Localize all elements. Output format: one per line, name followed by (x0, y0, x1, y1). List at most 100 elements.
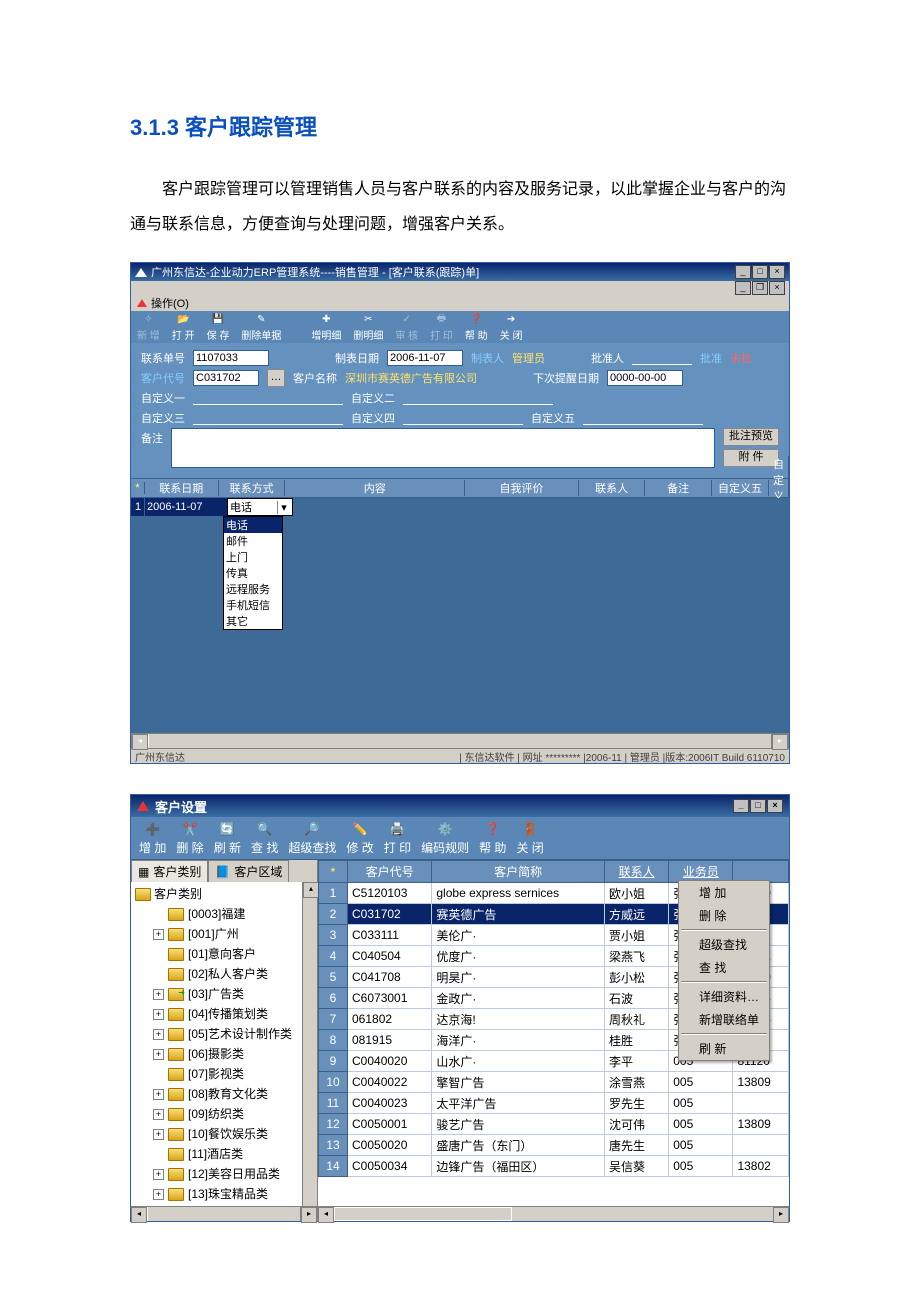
expand-toggle[interactable]: + (153, 1169, 164, 1180)
expand-toggle[interactable]: + (153, 929, 164, 940)
expand-toggle[interactable]: + (153, 1089, 164, 1100)
table-row[interactable]: 14C0050034边锋广告（福田区）吴信葵00513802 (319, 1156, 789, 1177)
cell-code[interactable]: 081915 (348, 1030, 432, 1051)
cell-name[interactable]: 金政广· (432, 988, 605, 1009)
cell-name[interactable]: 擎智广告 (432, 1072, 605, 1093)
cell-name[interactable]: 优度广· (432, 946, 605, 967)
expand-toggle[interactable]: + (153, 1049, 164, 1060)
table-row[interactable]: 10C0040022擎智广告涂雪燕00513809 (319, 1072, 789, 1093)
expand-toggle[interactable]: + (153, 1009, 164, 1020)
cell-last[interactable]: 13802 (733, 1156, 789, 1177)
tab-category[interactable]: ▦客户类别 (131, 860, 208, 882)
toolbar-add[interactable]: ➕增 加 (139, 820, 166, 856)
cell-code[interactable]: C5120103 (348, 883, 432, 904)
context-menu-item[interactable]: 查 找 (679, 956, 769, 979)
cell-contact[interactable]: 李平 (605, 1051, 669, 1072)
grid-col-date[interactable]: 联系日期 (145, 480, 219, 496)
context-menu-item[interactable]: 增 加 (679, 881, 769, 904)
cell-sales[interactable]: 005 (669, 1072, 733, 1093)
cell-sales[interactable]: 005 (669, 1093, 733, 1114)
context-menu-item[interactable]: 新增联络单 (679, 1008, 769, 1031)
make-date-input[interactable] (387, 350, 463, 366)
context-menu[interactable]: 增 加删 除超级查找查 找详细资料…新增联络单刷 新 (678, 880, 770, 1061)
tree-item[interactable]: [0003]福建 (135, 904, 302, 924)
cell-code[interactable]: C031702 (348, 904, 432, 925)
cell-sales[interactable]: 005 (669, 1156, 733, 1177)
preview-button[interactable]: 批注预览 (723, 428, 779, 446)
cell-name[interactable]: 海洋广· (432, 1030, 605, 1051)
ud5-input[interactable] (583, 412, 703, 425)
maximize-button[interactable]: □ (750, 799, 766, 813)
cell-name[interactable]: 骏艺广告 (432, 1114, 605, 1135)
tab-area[interactable]: 📘客户区域 (208, 860, 289, 882)
tree-item[interactable]: +[12]美容日用品类 (135, 1164, 302, 1184)
mdi-restore-button[interactable]: ❐ (752, 281, 768, 295)
menu-operate[interactable]: 操作(O) (151, 295, 189, 311)
grid-cell-method-select[interactable]: 电话 ▾ (227, 498, 293, 516)
chevron-down-icon[interactable]: ▾ (277, 501, 290, 514)
cell-code[interactable]: C6073001 (348, 988, 432, 1009)
cell-last[interactable]: 13809 (733, 1114, 789, 1135)
expand-toggle[interactable]: + (153, 1189, 164, 1200)
cell-contact[interactable]: 欧小姐 (605, 883, 669, 904)
cell-code[interactable]: C0050020 (348, 1135, 432, 1156)
cell-contact[interactable]: 方威远 (605, 904, 669, 925)
minimize-button[interactable]: _ (735, 265, 751, 279)
grid-col-remark[interactable]: 备注 (645, 480, 712, 496)
toolbar-print[interactable]: 🖶打 印 (430, 312, 453, 342)
maximize-button[interactable]: □ (752, 265, 768, 279)
grid-cell-date[interactable]: 2006-11-07 (145, 498, 227, 516)
cell-code[interactable]: C0050001 (348, 1114, 432, 1135)
minimize-button[interactable]: _ (733, 799, 749, 813)
toolbar-add-line[interactable]: ✚增明细 (311, 312, 341, 342)
cell-name[interactable]: 盛唐广告（东门） (432, 1135, 605, 1156)
cell-contact[interactable]: 涂雪燕 (605, 1072, 669, 1093)
context-menu-item[interactable]: 超级查找 (679, 933, 769, 956)
tree-horizontal-scrollbar[interactable]: ◂ ▸ (131, 1206, 317, 1221)
toolbar-help[interactable]: ❓帮 助 (479, 820, 506, 856)
cell-code[interactable]: C0040022 (348, 1072, 432, 1093)
cust-code-label[interactable]: 客户代号 (141, 370, 185, 386)
ud4-input[interactable] (403, 412, 523, 425)
expand-toggle[interactable]: + (153, 1129, 164, 1140)
cust-code-input[interactable] (193, 370, 259, 386)
expand-toggle[interactable]: + (153, 989, 164, 1000)
toolbar-audit[interactable]: ✓审 核 (395, 312, 418, 342)
cell-sales[interactable]: 005 (669, 1135, 733, 1156)
remark-textarea[interactable] (171, 428, 715, 468)
next-remind-input[interactable] (607, 370, 683, 386)
dropdown-option[interactable]: 其它 (224, 613, 282, 629)
toolbar-super-find[interactable]: 🔎超级查找 (288, 820, 336, 856)
tree-scrollbar[interactable]: ▴ (302, 882, 317, 1206)
table-row[interactable]: 11C0040023太平洋广告罗先生005 (319, 1093, 789, 1114)
ud3-input[interactable] (193, 412, 343, 425)
cell-code[interactable]: C033111 (348, 925, 432, 946)
cell-sales[interactable]: 005 (669, 1114, 733, 1135)
toolbar-edit[interactable]: ✏️修 改 (346, 820, 373, 856)
grid-col-ud5[interactable]: 自定义五 (712, 480, 769, 496)
tree-item[interactable]: [01]意向客户 (135, 944, 302, 964)
expand-toggle[interactable]: + (153, 1029, 164, 1040)
toolbar-print[interactable]: 🖨️打 印 (384, 820, 411, 856)
tree-root[interactable]: 客户类别 (135, 884, 302, 904)
tree-item[interactable]: +[03]广告类 (135, 984, 302, 1004)
cell-name[interactable]: 明昊广· (432, 967, 605, 988)
table-header[interactable]: 客户代号 (348, 861, 432, 883)
dropdown-option[interactable]: 电话 (224, 517, 282, 533)
scroll-right-button[interactable]: ▸ (301, 1207, 317, 1223)
toolbar-close[interactable]: ➔关 闭 (500, 312, 523, 342)
cell-last[interactable] (733, 1135, 789, 1156)
cell-contact[interactable]: 吴信葵 (605, 1156, 669, 1177)
tree-item[interactable]: +[09]纺织类 (135, 1104, 302, 1124)
tree-item[interactable]: [11]酒店类 (135, 1144, 302, 1164)
cell-contact[interactable]: 罗先生 (605, 1093, 669, 1114)
tree-item[interactable]: +[001]广州 (135, 924, 302, 944)
toolbar-open[interactable]: 📂打 开 (172, 312, 195, 342)
dropdown-option[interactable]: 传真 (224, 565, 282, 581)
toolbar-save[interactable]: 💾保 存 (207, 312, 230, 342)
cell-name[interactable]: 赛英德广告 (432, 904, 605, 925)
scroll-right-button[interactable]: ▸ (773, 1207, 789, 1223)
cell-last[interactable]: 13809 (733, 1072, 789, 1093)
cell-code[interactable]: C040504 (348, 946, 432, 967)
cell-code[interactable]: C0040023 (348, 1093, 432, 1114)
